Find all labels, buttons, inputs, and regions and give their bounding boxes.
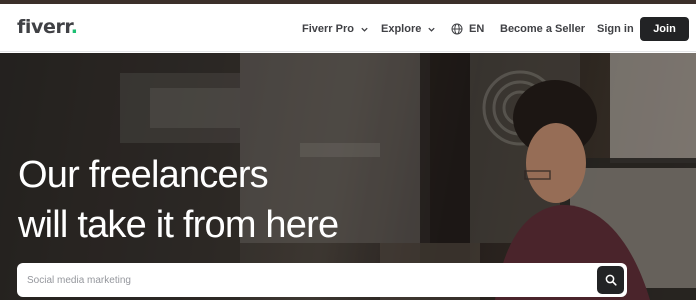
nav-language-label: EN — [469, 23, 485, 35]
nav-explore[interactable]: Explore — [381, 21, 436, 37]
logo-dot: . — [70, 16, 78, 38]
nav-become-seller[interactable]: Become a Seller — [500, 21, 585, 37]
nav-sign-in-label: Sign in — [597, 23, 634, 35]
logo-text: fiverr — [17, 16, 71, 38]
nav-fiverr-pro[interactable]: Fiverr Pro — [302, 21, 369, 37]
search-bar — [17, 263, 627, 297]
hero-banner: Our freelancers will take it from here — [0, 53, 696, 300]
hero-headline-line-2: will take it from here — [18, 204, 339, 246]
hero-headline: Our freelancers will take it from here — [18, 150, 339, 250]
nav-sign-in[interactable]: Sign in — [597, 21, 634, 37]
nav-language[interactable]: EN — [451, 21, 484, 37]
globe-icon — [451, 23, 463, 35]
search-button[interactable] — [597, 266, 624, 294]
chevron-down-icon — [361, 27, 368, 32]
site-header: fiverr. Fiverr Pro Explore EN Become a S… — [0, 4, 696, 52]
hero-headline-line-1: Our freelancers — [18, 154, 269, 196]
search-input[interactable] — [17, 263, 587, 297]
join-button[interactable]: Join — [640, 17, 689, 41]
join-button-label: Join — [653, 23, 676, 35]
search-icon — [605, 274, 617, 286]
nav-become-seller-label: Become a Seller — [500, 23, 585, 35]
nav-explore-label: Explore — [381, 23, 422, 35]
fiverr-logo[interactable]: fiverr. — [17, 16, 78, 38]
chevron-down-icon — [428, 27, 436, 32]
nav-fiverr-pro-label: Fiverr Pro — [302, 23, 354, 35]
